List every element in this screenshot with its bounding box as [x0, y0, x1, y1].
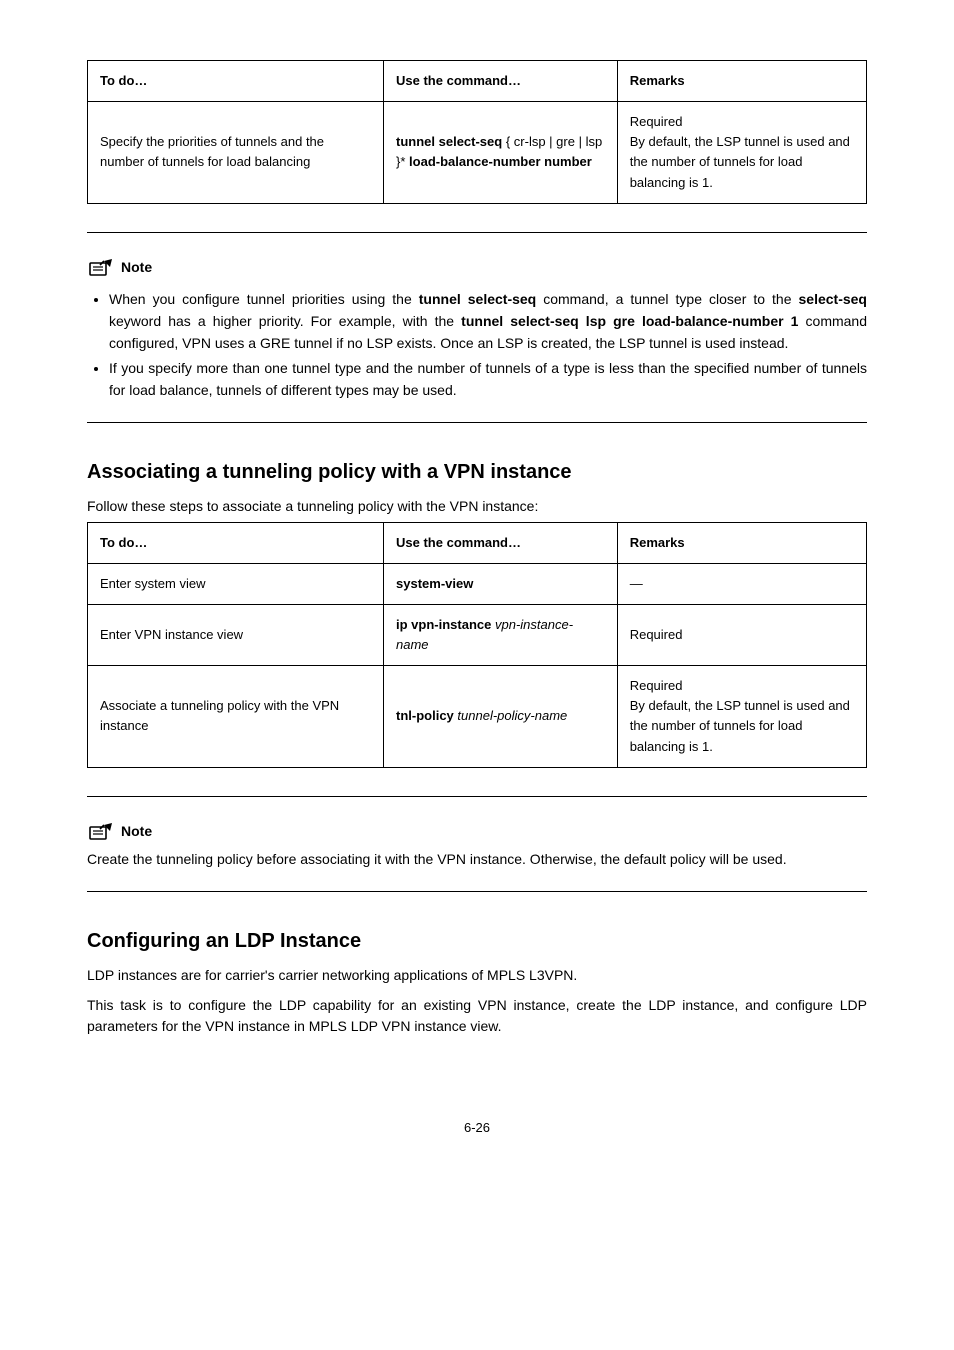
cell-remarks: Required — [617, 604, 866, 665]
note-block: Note Create the tunneling policy before … — [87, 821, 867, 871]
table-row: Enter VPN instance view ip vpn-instance … — [88, 604, 867, 665]
divider — [87, 891, 867, 892]
cell-remarks: Required By default, the LSP tunnel is u… — [617, 102, 866, 204]
cell-cmd: tnl-policy tunnel-policy-name — [384, 666, 618, 768]
cell-cmd: ip vpn-instance vpn-instance-name — [384, 604, 618, 665]
page-number: 6-26 — [87, 1118, 867, 1138]
list-item: If you specify more than one tunnel type… — [109, 358, 867, 401]
cell-remarks: — — [617, 563, 866, 604]
cmd-keyword: tunnel select-seq — [396, 134, 502, 149]
table-tunnel-select: To do… Use the command… Remarks Specify … — [87, 60, 867, 204]
cell-remarks: Required By default, the LSP tunnel is u… — [617, 666, 866, 768]
note-heading: Note — [87, 821, 152, 843]
cmd-keyword: load-balance-number number — [409, 154, 592, 169]
note-heading: Note — [87, 257, 152, 279]
remarks-line: Required — [630, 676, 854, 696]
note-block: Note When you configure tunnel prioritie… — [87, 257, 867, 402]
cell-todo: Associate a tunneling policy with the VP… — [88, 666, 384, 768]
th-remarks: Remarks — [617, 61, 866, 102]
note-text: Create the tunneling policy before assoc… — [87, 849, 867, 871]
ldp-p1: LDP instances are for carrier's carrier … — [87, 965, 867, 987]
remarks-line: By default, the LSP tunnel is used and t… — [630, 696, 854, 756]
list-item: When you configure tunnel priorities usi… — [109, 289, 867, 354]
remarks-line: By default, the LSP tunnel is used and t… — [630, 132, 854, 192]
table-row: To do… Use the command… Remarks — [88, 522, 867, 563]
th-todo: To do… — [88, 61, 384, 102]
divider — [87, 422, 867, 423]
divider — [87, 796, 867, 797]
note-list: When you configure tunnel priorities usi… — [87, 289, 867, 401]
th-remarks: Remarks — [617, 522, 866, 563]
remarks-line: Required — [630, 112, 854, 132]
section-heading-ldp: Configuring an LDP Instance — [87, 926, 867, 957]
cell-cmd: system-view — [384, 563, 618, 604]
cell-todo: Specify the priorities of tunnels and th… — [88, 102, 384, 204]
th-cmd: Use the command… — [384, 61, 618, 102]
note-icon — [87, 821, 115, 843]
table-row: Associate a tunneling policy with the VP… — [88, 666, 867, 768]
ldp-p2: This task is to configure the LDP capabi… — [87, 995, 867, 1038]
section-heading-associating: Associating a tunneling policy with a VP… — [87, 457, 867, 488]
note-label: Note — [121, 257, 152, 279]
note-label: Note — [121, 821, 152, 843]
table-row: Enter system view system-view — — [88, 563, 867, 604]
note-icon — [87, 257, 115, 279]
divider — [87, 232, 867, 233]
table-row: To do… Use the command… Remarks — [88, 61, 867, 102]
table-row: Specify the priorities of tunnels and th… — [88, 102, 867, 204]
th-todo: To do… — [88, 522, 384, 563]
cell-todo: Enter system view — [88, 563, 384, 604]
table-associating: To do… Use the command… Remarks Enter sy… — [87, 522, 867, 768]
cell-cmd: tunnel select-seq { cr-lsp | gre | lsp }… — [384, 102, 618, 204]
cell-todo: Enter VPN instance view — [88, 604, 384, 665]
th-cmd: Use the command… — [384, 522, 618, 563]
intro-text: Follow these steps to associate a tunnel… — [87, 496, 867, 518]
